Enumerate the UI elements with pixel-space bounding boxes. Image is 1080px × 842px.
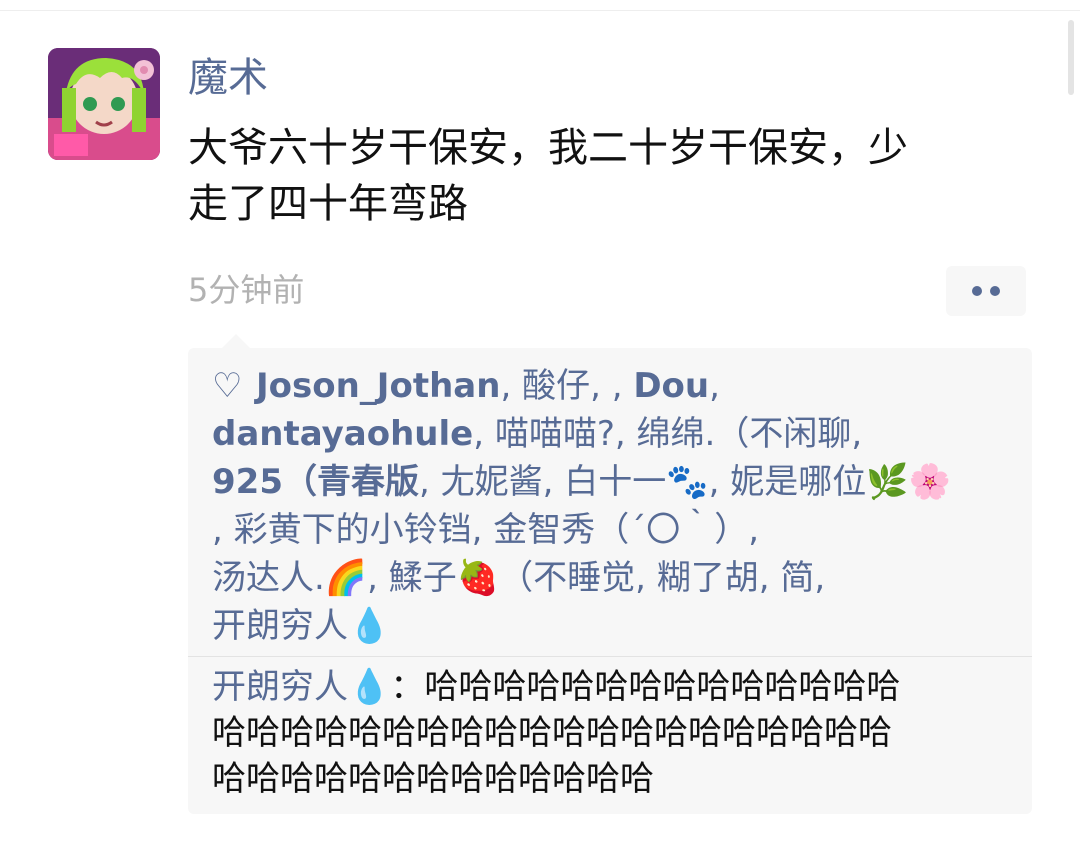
comment-author[interactable]: 开朗穷人💧 — [212, 667, 390, 707]
likes-line: 925（青春版, 尢妮酱, 白十一🐾, 妮是哪位🌿🌸 — [212, 462, 951, 502]
moments-screen: 魔术 大爷六十岁干保安，我二十岁干保安，少 走了四十年弯路 5分钟前 ♡ Joso… — [0, 0, 1080, 842]
likes-list: ♡ Joson_Jothan, 酸仔, , Dou, dantayaohule, … — [212, 362, 1022, 650]
like-name[interactable]: 925（青春版 — [212, 462, 419, 502]
like-name[interactable]: 白十一🐾 — [564, 462, 708, 502]
comment[interactable]: 开朗穷人💧：哈哈哈哈哈哈哈哈哈哈哈哈哈哈 哈哈哈哈哈哈哈哈哈哈哈哈哈哈哈哈哈哈哈… — [212, 664, 1022, 802]
post-text-line: 走了四十年弯路 — [188, 181, 468, 227]
post-author[interactable]: 魔术 — [188, 50, 268, 106]
like-name[interactable]: 鰇子🍓（不睡觉 — [389, 558, 635, 598]
like-name[interactable]: Dou — [633, 366, 709, 406]
panel-caret — [222, 334, 250, 348]
more-dots-icon — [972, 286, 982, 296]
post-text-line: 大爷六十岁干保安，我二十岁干保安，少 — [188, 125, 908, 171]
avatar[interactable] — [48, 48, 160, 160]
likes-line: , 彩黄下的小铃铛, 金智秀（´〇｀）, — [212, 510, 760, 550]
like-name[interactable]: 糊了胡 — [657, 558, 759, 598]
comment-separator: ： — [390, 667, 425, 707]
more-dots-icon — [990, 286, 1000, 296]
likes-line: dantayaohule, 喵喵喵?, 绵绵.（不闲聊, — [212, 414, 863, 454]
post-text: 大爷六十岁干保安，我二十岁干保安，少 走了四十年弯路 — [188, 120, 1018, 232]
comment-line: 哈哈哈哈哈哈哈哈哈哈哈哈哈 — [212, 759, 654, 799]
likes-line: 开朗穷人💧 — [212, 602, 1022, 650]
comment-text: 哈哈哈哈哈哈哈哈哈哈哈哈哈哈 — [424, 667, 901, 707]
post-time: 5分钟前 — [188, 271, 305, 309]
like-name[interactable]: dantayaohule — [212, 414, 473, 454]
like-name[interactable]: 妮是哪位🌿🌸 — [730, 462, 951, 502]
likes-comments-divider — [188, 656, 1032, 657]
like-name[interactable]: 汤达人.🌈 — [212, 558, 367, 598]
like-name[interactable]: 金智秀（´〇｀） — [493, 510, 748, 550]
more-button[interactable] — [946, 266, 1026, 316]
like-name[interactable]: 酸仔 — [522, 366, 590, 406]
like-name[interactable]: Joson_Jothan — [256, 366, 500, 406]
like-name[interactable]: 开朗穷人💧 — [212, 606, 390, 646]
top-divider — [0, 10, 1080, 11]
heart-outline-icon: ♡ — [212, 366, 243, 406]
like-name[interactable]: 绵绵.（不闲聊 — [637, 414, 852, 454]
like-name[interactable]: 简 — [780, 558, 814, 598]
scrollbar[interactable] — [1068, 20, 1074, 95]
like-name[interactable]: 彩黄下的小铃铛 — [234, 510, 472, 550]
comment-line: 哈哈哈哈哈哈哈哈哈哈哈哈哈哈哈哈哈哈哈哈 — [212, 713, 892, 753]
comment-line: 开朗穷人💧：哈哈哈哈哈哈哈哈哈哈哈哈哈哈 — [212, 664, 1022, 710]
like-name[interactable]: 尢妮酱 — [441, 462, 543, 502]
likes-line: ♡ Joson_Jothan, 酸仔, , Dou, — [212, 362, 1022, 410]
likes-line: 汤达人.🌈, 鰇子🍓（不睡觉, 糊了胡, 简, — [212, 558, 826, 598]
like-name[interactable]: 喵喵喵? — [495, 414, 615, 454]
avatar-illustration — [48, 48, 160, 160]
